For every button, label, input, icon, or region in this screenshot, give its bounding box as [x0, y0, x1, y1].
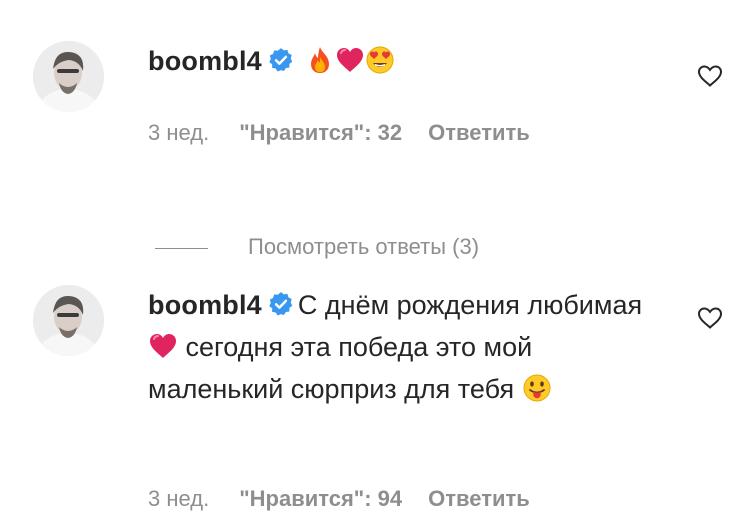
verified-badge-icon — [269, 48, 293, 72]
comment-meta: 3 нед. "Нравится": 32 Ответить — [148, 120, 530, 146]
avatar-image — [33, 285, 104, 356]
comment-message-part-1: С днём рождения любимая — [297, 290, 643, 320]
view-replies-label: Посмотреть ответы (3) — [248, 234, 480, 259]
comment-text: boombl4 С днём рождения любимая сегодня э… — [148, 284, 668, 410]
reply-button[interactable]: Ответить — [428, 486, 530, 512]
comment-time[interactable]: 3 нед. — [148, 120, 209, 146]
likes-count[interactable]: "Нравится": 94 — [239, 486, 402, 512]
avatar-image — [33, 41, 104, 112]
verified-badge-icon — [269, 292, 293, 316]
username[interactable]: boombl4 — [148, 46, 262, 76]
comment-message-part-2: сегодня эта победа это мой маленький сюр… — [148, 332, 533, 404]
tongue-face-emoji-icon — [523, 374, 551, 402]
comment-time[interactable]: 3 нед. — [148, 486, 209, 512]
avatar[interactable] — [33, 285, 104, 356]
heart-emoji-icon — [150, 334, 176, 358]
username[interactable]: boombl4 — [148, 290, 262, 320]
reply-button[interactable]: Ответить — [428, 120, 530, 146]
view-replies-button[interactable]: Посмотреть ответы (3) — [155, 234, 479, 260]
heart-emoji-icon — [337, 48, 364, 72]
fire-emoji-icon — [311, 47, 330, 73]
like-heart-icon[interactable] — [697, 306, 723, 330]
avatar[interactable] — [33, 41, 104, 112]
heart-eyes-emoji-icon — [366, 46, 394, 74]
replies-divider — [155, 247, 208, 249]
comment-meta: 3 нед. "Нравится": 94 Ответить — [148, 486, 530, 512]
like-heart-icon[interactable] — [697, 64, 723, 88]
likes-count[interactable]: "Нравится": 32 — [239, 120, 402, 146]
comment-text: boombl4 — [148, 40, 668, 82]
